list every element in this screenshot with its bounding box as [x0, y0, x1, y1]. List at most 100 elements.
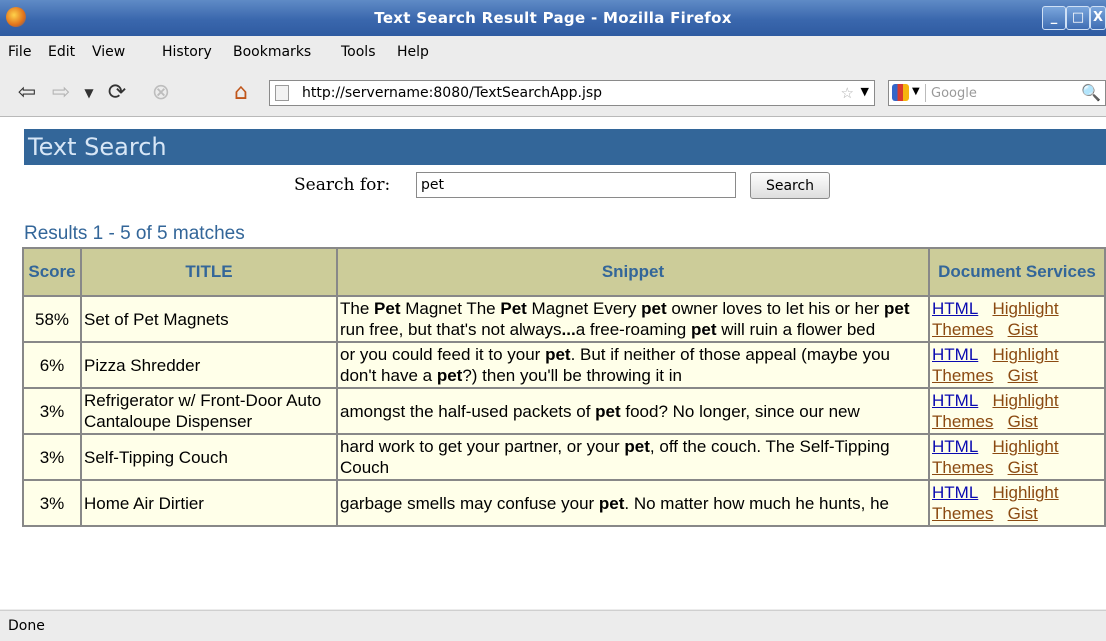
- title-cell: Home Air Dirtier: [80, 479, 338, 527]
- themes-link[interactable]: Themes: [932, 320, 993, 339]
- highlight-link[interactable]: Highlight: [992, 437, 1058, 456]
- snippet-cell: amongst the half-used packets of pet foo…: [336, 387, 930, 435]
- back-icon[interactable]: ⇦: [14, 80, 40, 106]
- column-header-snippet[interactable]: Snippet: [336, 247, 930, 297]
- score-cell: 3%: [22, 387, 82, 435]
- score-cell: 3%: [22, 479, 82, 527]
- snippet-text: garbage smells may confuse your: [340, 493, 599, 513]
- snippet-text: a free-roaming: [575, 320, 691, 339]
- snippet-cell: The Pet Magnet The Pet Magnet Every pet …: [336, 295, 930, 343]
- snippet-cell: garbage smells may confuse your pet. No …: [336, 479, 930, 527]
- snippet-text: Magnet The: [400, 299, 501, 318]
- services-cell: HTML Highlight Themes Gist: [928, 433, 1106, 481]
- themes-link[interactable]: Themes: [932, 458, 993, 477]
- web-search-placeholder[interactable]: Google: [931, 86, 977, 101]
- status-text: Done: [8, 618, 45, 634]
- snippet-text: or you could feed it to your: [340, 345, 546, 364]
- snippet-highlight: pet: [883, 299, 910, 318]
- gist-link[interactable]: Gist: [1008, 458, 1038, 477]
- snippet-highlight: ...: [561, 320, 576, 339]
- web-search-box[interactable]: ▼ Google 🔍: [888, 80, 1106, 106]
- column-header-score[interactable]: Score: [22, 247, 82, 297]
- page-title: Text Search: [24, 129, 1106, 165]
- stop-icon[interactable]: ⊗: [148, 80, 174, 106]
- snippet-text: will ruin a flower bed: [716, 320, 876, 339]
- table-row: 3% Home Air Dirtier garbage smells may con…: [22, 479, 1106, 527]
- home-icon[interactable]: ⌂: [228, 80, 254, 106]
- page-icon: [275, 85, 289, 101]
- menu-edit[interactable]: Edit: [48, 44, 75, 60]
- results-summary: Results 1 - 5 of 5 matches: [24, 223, 245, 244]
- address-bar[interactable]: http://servername:8080/TextSearchApp.jsp…: [269, 80, 875, 106]
- history-dropdown-icon[interactable]: ▼: [76, 80, 102, 106]
- snippet-text: food? No longer, since our new: [620, 401, 860, 421]
- snippet-text: The: [340, 299, 375, 318]
- page-content: Text Search Search for: Search Results 1…: [0, 117, 1106, 609]
- menu-view[interactable]: View: [92, 44, 125, 60]
- snippet-text: . No matter how much he hunts, he: [624, 493, 889, 513]
- html-link[interactable]: HTML: [932, 483, 978, 502]
- search-button[interactable]: Search: [750, 172, 830, 199]
- maximize-button[interactable]: □: [1066, 6, 1090, 30]
- forward-icon[interactable]: ⇨: [48, 80, 74, 106]
- menubar: File Edit View History Bookmarks Tools H…: [0, 38, 1106, 68]
- html-link[interactable]: HTML: [932, 391, 978, 410]
- highlight-link[interactable]: Highlight: [992, 299, 1058, 318]
- bookmark-star-icon[interactable]: ☆: [841, 84, 854, 102]
- status-bar: Done: [0, 610, 1106, 641]
- score-cell: 6%: [22, 341, 82, 389]
- menu-tools[interactable]: Tools: [341, 44, 376, 60]
- close-button[interactable]: X: [1090, 6, 1106, 30]
- services-cell: HTML Highlight Themes Gist: [928, 479, 1106, 527]
- snippet-text: ?) then you'll be throwing it in: [462, 366, 682, 385]
- snippet-cell: hard work to get your partner, or your p…: [336, 433, 930, 481]
- themes-link[interactable]: Themes: [932, 412, 993, 431]
- url-text[interactable]: http://servername:8080/TextSearchApp.jsp: [302, 85, 602, 101]
- services-cell: HTML Highlight Themes Gist: [928, 341, 1106, 389]
- snippet-highlight: pet: [436, 366, 463, 385]
- snippet-highlight: pet: [690, 320, 717, 339]
- snippet-highlight: Pet: [374, 299, 401, 318]
- results-table: Score TITLE Snippet Document Services 58…: [22, 247, 1106, 527]
- html-link[interactable]: HTML: [932, 437, 978, 456]
- search-input[interactable]: [416, 172, 736, 198]
- services-cell: HTML Highlight Themes Gist: [928, 387, 1106, 435]
- column-header-services: Document Services: [928, 247, 1106, 297]
- gist-link[interactable]: Gist: [1008, 320, 1038, 339]
- snippet-text: owner loves to let his or her: [666, 299, 884, 318]
- table-row: 3% Self-Tipping Couch hard work to get you…: [22, 433, 1106, 481]
- gist-link[interactable]: Gist: [1008, 366, 1038, 385]
- reload-icon[interactable]: ⟳: [104, 80, 130, 106]
- magnifier-icon[interactable]: 🔍: [1081, 83, 1101, 102]
- snippet-highlight: pet: [641, 299, 667, 318]
- engine-dropdown-icon[interactable]: ▼: [912, 86, 920, 97]
- menu-bookmarks[interactable]: Bookmarks: [233, 44, 311, 60]
- menu-file[interactable]: File: [8, 44, 31, 60]
- snippet-text: hard work to get your partner, or your: [340, 437, 625, 456]
- google-icon[interactable]: [892, 84, 909, 101]
- services-cell: HTML Highlight Themes Gist: [928, 295, 1106, 343]
- score-cell: 58%: [22, 295, 82, 343]
- minimize-button[interactable]: _: [1042, 6, 1066, 30]
- gist-link[interactable]: Gist: [1008, 412, 1038, 431]
- snippet-text: run free, but that's not always: [340, 320, 562, 339]
- gist-link[interactable]: Gist: [1008, 504, 1038, 523]
- menu-help[interactable]: Help: [397, 44, 429, 60]
- menu-history[interactable]: History: [162, 44, 212, 60]
- html-link[interactable]: HTML: [932, 345, 978, 364]
- snippet-highlight: pet: [624, 437, 650, 456]
- table-row: 3% Refrigerator w/ Front-Door Auto Cantal…: [22, 387, 1106, 435]
- url-dropdown-icon[interactable]: ▼: [861, 85, 869, 98]
- themes-link[interactable]: Themes: [932, 366, 993, 385]
- highlight-link[interactable]: Highlight: [992, 391, 1058, 410]
- search-label: Search for:: [294, 175, 391, 195]
- title-cell: Pizza Shredder: [80, 341, 338, 389]
- highlight-link[interactable]: Highlight: [992, 345, 1058, 364]
- column-header-title[interactable]: TITLE: [80, 247, 338, 297]
- highlight-link[interactable]: Highlight: [992, 483, 1058, 502]
- themes-link[interactable]: Themes: [932, 504, 993, 523]
- table-row: 6% Pizza Shredder or you could feed it to …: [22, 341, 1106, 389]
- snippet-highlight: pet: [545, 345, 571, 364]
- results-body: 58% Set of Pet Magnets The Pet Magnet The …: [22, 295, 1106, 527]
- html-link[interactable]: HTML: [932, 299, 978, 318]
